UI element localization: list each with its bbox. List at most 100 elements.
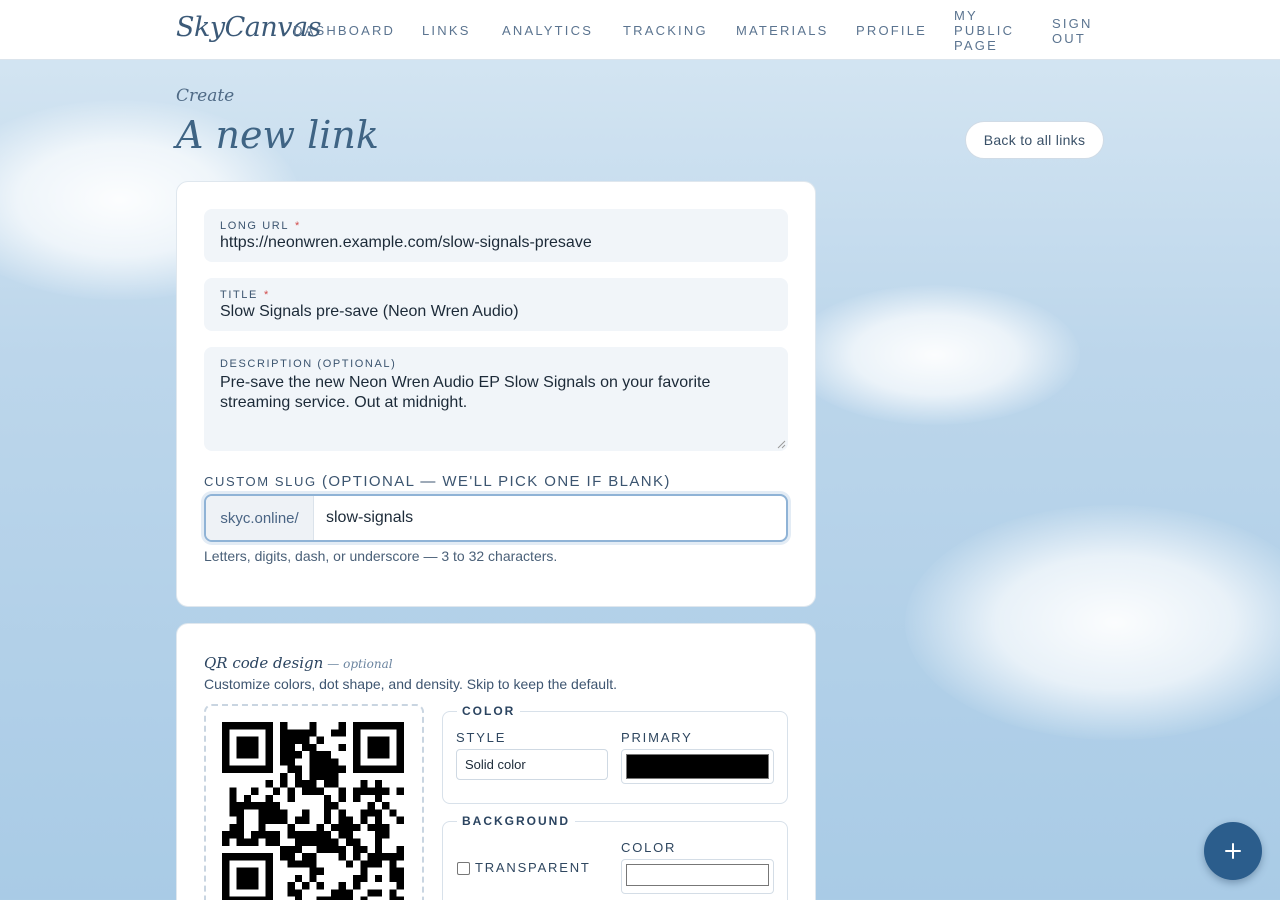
qr-module bbox=[353, 882, 361, 890]
transparent-checkbox[interactable] bbox=[457, 862, 470, 875]
qr-module bbox=[367, 722, 375, 730]
qr-module bbox=[353, 845, 361, 854]
qr-module bbox=[280, 729, 288, 737]
background-color-picker[interactable] bbox=[621, 859, 774, 894]
qr-module bbox=[229, 853, 237, 861]
qr-preview bbox=[204, 704, 424, 900]
nav-my-public-page[interactable]: My Public Page bbox=[954, 8, 1034, 53]
qr-module bbox=[374, 765, 383, 773]
qr-module bbox=[287, 765, 295, 773]
slug-input[interactable]: slow-signals bbox=[314, 496, 786, 540]
qr-module bbox=[302, 831, 310, 839]
qr-module bbox=[272, 802, 281, 810]
qr-module bbox=[251, 882, 259, 890]
qr-module bbox=[280, 853, 288, 861]
qr-module bbox=[243, 736, 252, 744]
title-input[interactable]: Slow Signals pre-save (Neon Wren Audio) bbox=[220, 303, 519, 321]
qr-module bbox=[287, 823, 295, 832]
nav-links[interactable]: Links bbox=[422, 23, 471, 38]
qr-module bbox=[367, 823, 375, 832]
qr-module bbox=[338, 794, 346, 803]
qr-module bbox=[302, 736, 310, 744]
qr-module bbox=[309, 860, 317, 868]
qr-module bbox=[353, 838, 361, 846]
qr-module bbox=[280, 780, 288, 788]
qr-module bbox=[222, 874, 230, 883]
nav-dashboard[interactable]: Dashboard bbox=[293, 23, 395, 38]
qr-module bbox=[338, 882, 346, 890]
qr-module bbox=[287, 889, 295, 897]
slug-optional-hint: (optional — we'll pick one if blank) bbox=[321, 473, 671, 490]
qr-module bbox=[243, 882, 252, 890]
long-url-field[interactable]: Long URL * https://neonwren.example.com/s… bbox=[204, 209, 788, 262]
qr-module bbox=[367, 743, 375, 752]
style-select[interactable]: Solid color bbox=[456, 749, 608, 780]
qr-module bbox=[236, 838, 244, 846]
qr-module bbox=[360, 722, 368, 730]
nav-tracking[interactable]: Tracking bbox=[623, 23, 708, 38]
qr-module bbox=[265, 729, 273, 737]
long-url-input[interactable]: https://neonwren.example.com/slow-signal… bbox=[220, 234, 592, 252]
qr-module bbox=[287, 729, 295, 737]
qr-module bbox=[236, 722, 244, 730]
qr-module bbox=[396, 874, 404, 883]
qr-module bbox=[389, 809, 397, 817]
qr-module bbox=[338, 853, 346, 861]
qr-module bbox=[243, 867, 252, 875]
qr-module bbox=[323, 831, 332, 839]
qr-module bbox=[222, 889, 230, 897]
qr-module bbox=[396, 722, 404, 730]
qr-module bbox=[353, 874, 361, 883]
qr-module bbox=[382, 787, 390, 795]
qr-module bbox=[338, 831, 346, 839]
back-to-links-button[interactable]: Back to all links bbox=[965, 121, 1104, 159]
qr-module bbox=[353, 743, 361, 752]
qr-module bbox=[396, 743, 404, 752]
create-fab-button[interactable] bbox=[1204, 822, 1262, 880]
qr-module bbox=[258, 823, 266, 832]
qr-module bbox=[243, 751, 252, 759]
qr-module bbox=[302, 787, 310, 795]
qr-module bbox=[251, 802, 259, 810]
nav-analytics[interactable]: Analytics bbox=[502, 23, 593, 38]
qr-module bbox=[382, 823, 390, 832]
nav-materials[interactable]: Materials bbox=[736, 23, 829, 38]
qr-module bbox=[265, 838, 273, 846]
primary-color-picker[interactable] bbox=[621, 749, 774, 784]
qr-module bbox=[222, 736, 230, 744]
primary-color-swatch bbox=[626, 754, 769, 779]
qr-module bbox=[360, 787, 368, 795]
qr-module bbox=[265, 751, 273, 759]
qr-module bbox=[331, 758, 339, 766]
qr-module bbox=[251, 765, 259, 773]
qr-module bbox=[316, 751, 324, 759]
qr-module bbox=[272, 809, 281, 817]
color-legend: Color bbox=[457, 704, 521, 718]
description-textarea[interactable]: Pre-save the new Neon Wren Audio EP Slow… bbox=[220, 373, 760, 413]
qr-module bbox=[294, 751, 303, 759]
title-field[interactable]: Title * Slow Signals pre-save (Neon Wren … bbox=[204, 278, 788, 331]
nav-profile[interactable]: Profile bbox=[856, 23, 927, 38]
qr-module bbox=[331, 729, 339, 737]
qr-module bbox=[265, 831, 273, 839]
transparent-label[interactable]: Transparent bbox=[475, 860, 591, 875]
slug-input-group[interactable]: skyc.online/ slow-signals bbox=[204, 494, 788, 542]
qr-module bbox=[374, 853, 383, 861]
background-cloud bbox=[790, 285, 1080, 425]
nav-sign-out[interactable]: Sign Out bbox=[1052, 16, 1112, 46]
qr-module bbox=[382, 743, 390, 752]
qr-module bbox=[287, 831, 295, 839]
qr-module bbox=[360, 816, 368, 824]
qr-module bbox=[353, 823, 361, 832]
qr-subtitle: Customize colors, dot shape, and density… bbox=[204, 676, 617, 692]
description-field[interactable]: Description (optional) Pre-save the new … bbox=[204, 347, 788, 451]
qr-module bbox=[374, 794, 383, 803]
qr-module bbox=[323, 751, 332, 759]
qr-module bbox=[222, 743, 230, 752]
qr-module bbox=[323, 802, 332, 810]
qr-module bbox=[258, 722, 266, 730]
qr-module bbox=[251, 722, 259, 730]
slug-prefix: skyc.online/ bbox=[206, 496, 314, 540]
resize-handle-icon[interactable] bbox=[777, 440, 786, 449]
qr-module bbox=[309, 765, 317, 773]
